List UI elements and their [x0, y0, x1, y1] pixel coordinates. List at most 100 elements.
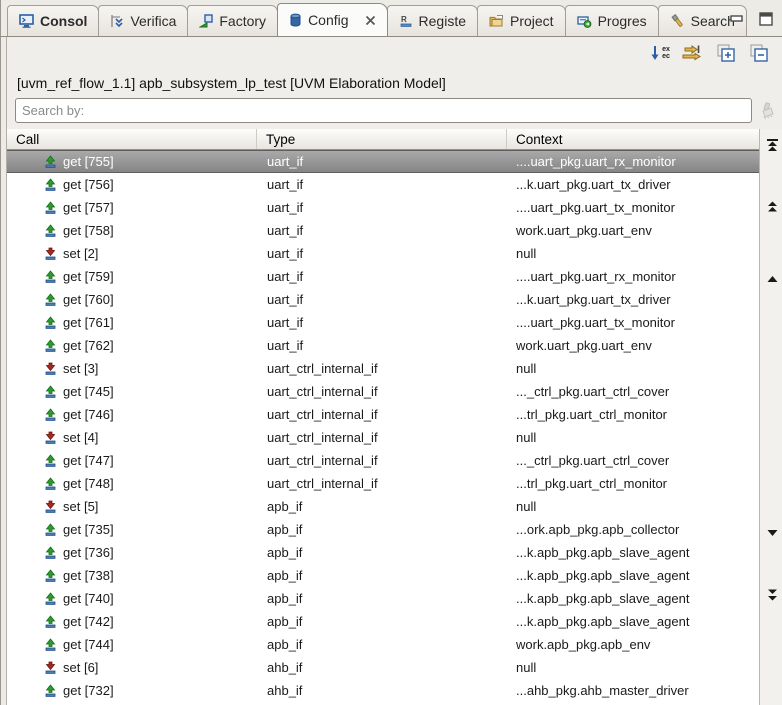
scroll-up-button[interactable]	[760, 271, 782, 287]
table-row[interactable]: set [3] uart_ctrl_internal_if null	[7, 357, 759, 380]
get-icon	[44, 454, 57, 467]
call-label: get [756]	[63, 177, 114, 192]
call-cell: get [746]	[7, 407, 257, 422]
tab-label: Verifica	[130, 13, 177, 29]
elaboration-model-title: [uvm_ref_flow_1.1] apb_subsystem_lp_test…	[17, 75, 446, 91]
table-row[interactable]: get [736] apb_if ...k.apb_pkg.apb_slave_ag…	[7, 541, 759, 564]
get-icon	[44, 523, 57, 536]
call-cell: get [742]	[7, 614, 257, 629]
scroll-up-double-button[interactable]	[760, 199, 782, 215]
call-cell: get [735]	[7, 522, 257, 537]
table-row[interactable]: get [761] uart_if ....uart_pkg.uart_tx_mon…	[7, 311, 759, 334]
type-cell: uart_ctrl_internal_if	[267, 430, 378, 445]
get-icon	[44, 385, 57, 398]
get-icon	[44, 270, 57, 283]
table-row[interactable]: set [2] uart_if null	[7, 242, 759, 265]
config-view-panel: Consol Verifica Factory Config R Registe Proje…	[1, 0, 782, 705]
tab-project[interactable]: Project	[477, 5, 566, 36]
expand-all-icon	[717, 44, 735, 62]
context-cell: work.uart_pkg.uart_env	[516, 223, 652, 238]
call-label: get [744]	[63, 637, 114, 652]
set-icon	[44, 362, 57, 375]
step-forward-button[interactable]	[681, 42, 705, 64]
get-icon	[44, 615, 57, 628]
table-row[interactable]: get [735] apb_if ...ork.apb_pkg.apb_collec…	[7, 518, 759, 541]
call-label: get [745]	[63, 384, 114, 399]
context-cell: ...k.apb_pkg.apb_slave_agent	[516, 568, 690, 583]
minimize-button[interactable]	[730, 12, 743, 26]
type-cell: apb_if	[267, 545, 303, 560]
collapse-all-button[interactable]	[747, 42, 771, 64]
table-row[interactable]: get [746] uart_ctrl_internal_if ...trl_pkg…	[7, 403, 759, 426]
get-icon	[44, 638, 57, 651]
table-row[interactable]: get [747] uart_ctrl_internal_if ..._ctrl_p…	[7, 449, 759, 472]
call-cell: set [2]	[7, 246, 257, 261]
tab-config[interactable]: Config	[277, 3, 388, 36]
call-label: get [758]	[63, 223, 114, 238]
tab-label: Consol	[40, 13, 88, 29]
clear-search-button[interactable]	[755, 99, 779, 123]
table-row[interactable]: get [757] uart_if ....uart_pkg.uart_tx_mon…	[7, 196, 759, 219]
scroll-down-button[interactable]	[760, 525, 782, 541]
table-row[interactable]: get [762] uart_if work.uart_pkg.uart_env	[7, 334, 759, 357]
column-header-type[interactable]: Type	[257, 129, 507, 149]
call-cell: set [5]	[7, 499, 257, 514]
call-cell: get [748]	[7, 476, 257, 491]
context-cell: null	[516, 361, 537, 376]
tab-registe[interactable]: R Registe	[386, 5, 478, 36]
table-row[interactable]: get [740] apb_if ...k.apb_pkg.apb_slave_ag…	[7, 587, 759, 610]
scroll-down-double-button[interactable]	[760, 587, 782, 603]
call-label: get [759]	[63, 269, 114, 284]
table-row[interactable]: get [759] uart_if ....uart_pkg.uart_rx_mon…	[7, 265, 759, 288]
tab-progres[interactable]: Progres	[564, 5, 659, 36]
table-row[interactable]: get [748] uart_ctrl_internal_if ...trl_pkg…	[7, 472, 759, 495]
call-label: get [735]	[63, 522, 114, 537]
close-tab-button[interactable]	[365, 15, 376, 26]
context-cell: null	[516, 430, 537, 445]
exec-order-text: ex ec	[662, 46, 670, 60]
call-label: get [761]	[63, 315, 114, 330]
type-cell: uart_if	[267, 338, 304, 353]
table-row[interactable]: get [745] uart_ctrl_internal_if ..._ctrl_p…	[7, 380, 759, 403]
call-cell: get [761]	[7, 315, 257, 330]
tab-label: Registe	[418, 13, 466, 29]
eraser-icon	[762, 101, 774, 119]
type-cell: uart_if	[267, 315, 304, 330]
table-row[interactable]: set [4] uart_ctrl_internal_if null	[7, 426, 759, 449]
maximize-button[interactable]	[759, 12, 773, 26]
column-header-context[interactable]: Context	[507, 129, 759, 149]
table-row[interactable]: get [732] ahb_if ...ahb_pkg.ahb_master_dri…	[7, 679, 759, 702]
set-icon	[44, 247, 57, 260]
table-row[interactable]: get [742] apb_if ...k.apb_pkg.apb_slave_ag…	[7, 610, 759, 633]
execution-order-button[interactable]: ex ec	[648, 42, 672, 64]
call-label: get [757]	[63, 200, 114, 215]
table-row[interactable]: get [758] uart_if work.uart_pkg.uart_env	[7, 219, 759, 242]
table-row[interactable]: get [744] apb_if work.apb_pkg.apb_env	[7, 633, 759, 656]
double-up-icon	[766, 201, 779, 213]
context-cell: ...trl_pkg.uart_ctrl_monitor	[516, 476, 668, 491]
call-label: set [2]	[63, 246, 99, 261]
column-header-call[interactable]: Call	[7, 129, 257, 149]
tab-factory[interactable]: Factory	[187, 5, 279, 36]
search-row	[7, 96, 782, 129]
table-row[interactable]: set [6] ahb_if null	[7, 656, 759, 679]
tab-consol[interactable]: Consol	[7, 5, 100, 36]
set-icon	[44, 661, 57, 674]
table-row[interactable]: get [760] uart_if ...k.uart_pkg.uart_tx_dr…	[7, 288, 759, 311]
table-row[interactable]: get [738] apb_if ...k.apb_pkg.apb_slave_ag…	[7, 564, 759, 587]
scroll-to-top-button[interactable]	[760, 137, 782, 153]
table-row[interactable]: set [5] apb_if null	[7, 495, 759, 518]
scroll-marker-rail	[759, 129, 782, 705]
search-input[interactable]	[15, 98, 752, 123]
context-cell: ...k.uart_pkg.uart_tx_driver	[516, 177, 671, 192]
table-row[interactable]: get [755] uart_if ....uart_pkg.uart_rx_mon…	[7, 150, 759, 173]
tab-verifica[interactable]: Verifica	[98, 5, 189, 36]
type-cell: apb_if	[267, 568, 303, 583]
call-label: get [747]	[63, 453, 114, 468]
get-icon	[44, 224, 57, 237]
context-cell: ..._ctrl_pkg.uart_ctrl_cover	[516, 384, 670, 399]
expand-all-button[interactable]	[714, 42, 738, 64]
set-icon	[44, 431, 57, 444]
table-row[interactable]: get [756] uart_if ...k.uart_pkg.uart_tx_dr…	[7, 173, 759, 196]
double-down-icon	[766, 589, 779, 601]
